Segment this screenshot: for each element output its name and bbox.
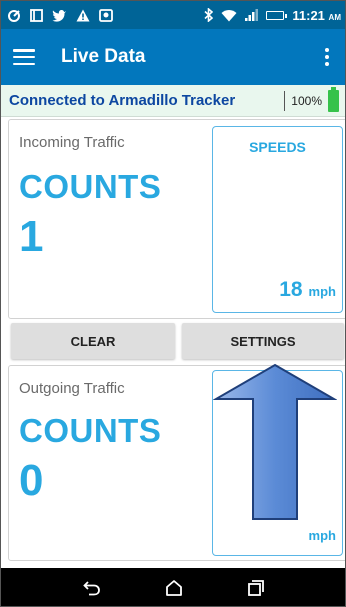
recents-icon[interactable]	[244, 576, 268, 600]
incoming-traffic-panel: Incoming Traffic COUNTS 1 SPEEDS 18 mph	[8, 119, 345, 319]
home-icon[interactable]	[162, 576, 186, 600]
incoming-speed: 18 mph	[279, 278, 336, 302]
outgoing-speeds-box: mph	[212, 370, 343, 556]
battery-level-icon	[328, 86, 339, 112]
connection-bar: Connected to Armadillo Tracker 100%	[1, 85, 345, 117]
outgoing-speed-unit: mph	[308, 528, 336, 543]
device-battery: 100%	[284, 86, 339, 112]
divider	[284, 90, 286, 111]
app-bar: Live Data	[1, 29, 345, 85]
page-title: Live Data	[61, 46, 146, 67]
wifi-calling-icon	[8, 9, 20, 22]
clock-time: 11:21	[292, 7, 325, 23]
outgoing-traffic-label: Outgoing Traffic	[19, 380, 125, 397]
speeds-title: SPEEDS	[249, 139, 306, 155]
status-right-icons: 11:21 AM	[204, 8, 341, 23]
incoming-speed-value: 18	[279, 278, 303, 301]
wifi-icon	[221, 9, 237, 21]
more-vert-icon[interactable]	[319, 44, 335, 70]
outgoing-counts-label: COUNTS	[19, 412, 162, 449]
incoming-traffic-label: Incoming Traffic	[19, 134, 125, 151]
battery-percent: 100%	[291, 93, 322, 108]
clear-button[interactable]: CLEAR	[11, 323, 175, 359]
hamburger-menu-icon[interactable]	[13, 49, 35, 65]
warning-icon	[76, 9, 90, 21]
status-left-icons	[7, 8, 113, 22]
twitter-icon	[52, 9, 66, 22]
image-icon	[99, 8, 113, 22]
settings-button[interactable]: SETTINGS	[182, 323, 344, 359]
back-icon[interactable]	[80, 576, 104, 600]
bluetooth-icon	[204, 8, 214, 22]
outgoing-traffic-panel: Outgoing Traffic COUNTS 0 mph	[8, 365, 345, 561]
outgoing-count-value: 0	[19, 456, 44, 505]
clock-ampm: AM	[328, 12, 341, 22]
incoming-counts-label: COUNTS	[19, 168, 162, 205]
navigation-bar	[1, 568, 345, 606]
clock: 11:21 AM	[292, 8, 341, 23]
status-bar: 11:21 AM	[1, 1, 345, 29]
incoming-count-value: 1	[19, 212, 44, 261]
phone-screen: 11:21 AM Live Data Connected to Armadill…	[0, 0, 346, 607]
battery-icon	[266, 10, 288, 20]
incoming-speeds-box: SPEEDS 18 mph	[212, 126, 343, 313]
incoming-speed-unit: mph	[308, 284, 336, 299]
cast-icon	[30, 8, 43, 22]
connection-status: Connected to Armadillo Tracker	[9, 92, 236, 109]
outgoing-speed: mph	[309, 527, 336, 545]
signal-icon	[245, 9, 259, 21]
